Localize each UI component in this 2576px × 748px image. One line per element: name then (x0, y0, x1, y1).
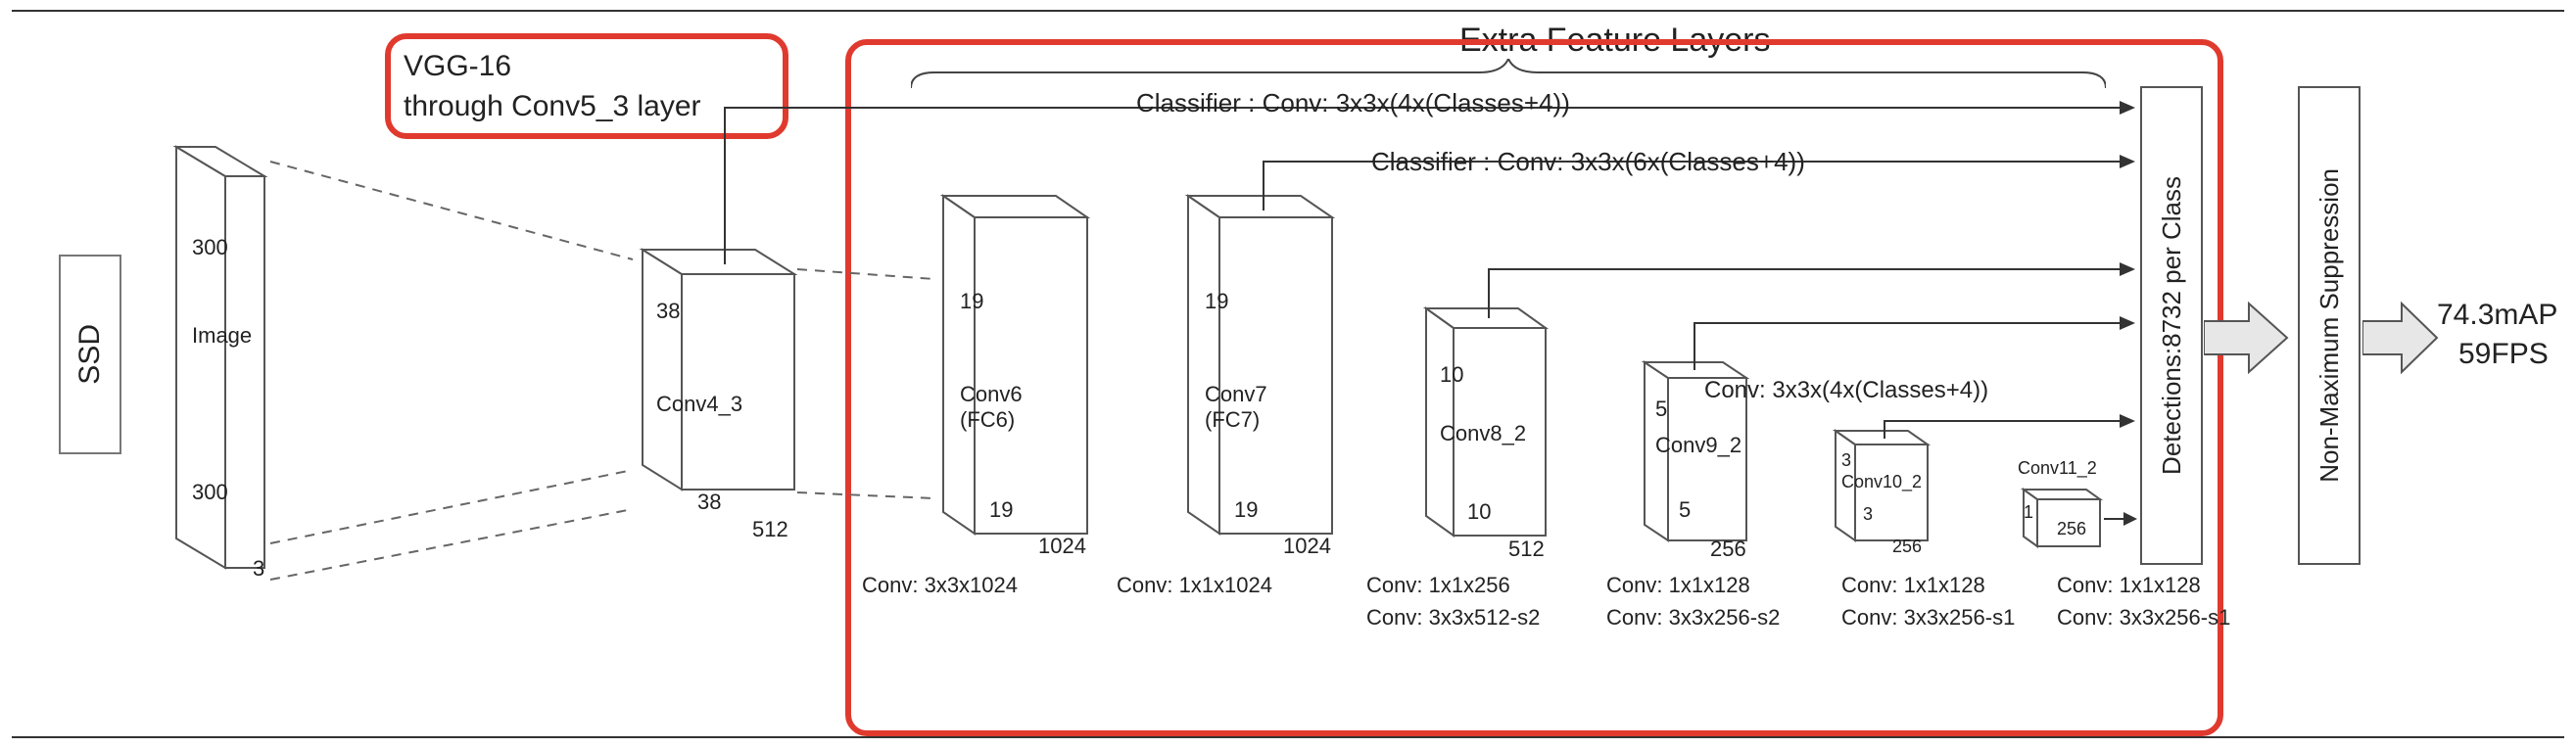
detections-box: Detections:8732 per Class (2140, 86, 2203, 565)
classifier-2: Classifier : Conv: 3x3x(6x(Classes+4)) (1371, 147, 1805, 177)
nms-box: Non-Maximum Suppression (2298, 86, 2361, 565)
conv9-2-h: 5 (1655, 397, 1667, 422)
pyramid-1 (270, 147, 662, 597)
classifier-1: Classifier : Conv: 3x3x(4x(Classes+4)) (1136, 88, 1570, 118)
brace-extra-layers (911, 59, 2106, 92)
backbone-note: VGG-16 through Conv5_3 layer (404, 47, 701, 126)
conv4-3-name: Conv4_3 (656, 392, 742, 417)
pyramid-2 (797, 269, 934, 524)
input-label: Image (192, 323, 252, 349)
ssd-label: SSD (59, 255, 121, 454)
conv6-block (926, 196, 1102, 563)
input-w: 300 (192, 480, 228, 505)
conv7-below: Conv: 1x1x1024 (1117, 573, 1272, 598)
conv11-below1: Conv: 1x1x128 (2057, 573, 2201, 598)
big-arrow-1 (2204, 294, 2292, 382)
conv11-2-h: 1 (2024, 502, 2033, 523)
conv7-name: Conv7 (FC7) (1205, 382, 1267, 433)
conv9-below2: Conv: 3x3x256-s2 (1606, 605, 1780, 631)
conv9-below1: Conv: 1x1x128 (1606, 573, 1750, 598)
conv10-below1: Conv: 1x1x128 (1841, 573, 1985, 598)
arrow-from-conv8 (1489, 269, 2137, 328)
conv6-name: Conv6 (FC6) (960, 382, 1023, 433)
conv8-2-name: Conv8_2 (1440, 421, 1526, 446)
metric-fps: 59FPS (2458, 338, 2549, 371)
classifier-3: Conv: 3x3x(4x(Classes+4)) (1704, 377, 1988, 404)
conv6-below: Conv: 3x3x1024 (862, 573, 1018, 598)
conv7-h: 19 (1205, 289, 1228, 314)
conv11-2-name: Conv11_2 (2018, 458, 2097, 479)
conv10-2-name: Conv10_2 (1841, 472, 1922, 492)
ssd-architecture-diagram: Extra Feature Layers SSD VGG-16 through … (0, 0, 2576, 748)
conv4-3-h: 38 (656, 299, 680, 324)
conv8-2-c: 512 (1508, 537, 1545, 562)
conv11-below2: Conv: 3x3x256-s1 (2057, 605, 2230, 631)
conv6-h: 19 (960, 289, 983, 314)
conv10-2-w: 3 (1863, 504, 1873, 525)
conv10-2-c: 256 (1892, 537, 1922, 557)
arrow-from-conv9 (1694, 323, 2137, 377)
conv4-3-w: 38 (697, 490, 721, 515)
conv8-2-w: 10 (1467, 499, 1491, 525)
input-h: 300 (192, 235, 228, 260)
arrow-from-conv10 (1884, 421, 2137, 450)
metric-map: 74.3mAP (2437, 299, 2557, 332)
conv8-below1: Conv: 1x1x256 (1366, 573, 1510, 598)
conv8-2-h: 10 (1440, 362, 1463, 388)
conv6-c: 1024 (1038, 534, 1086, 559)
conv11-2-c: 256 (2057, 519, 2086, 539)
conv9-2-name: Conv9_2 (1655, 433, 1741, 458)
input-c: 3 (253, 556, 264, 582)
conv9-2-w: 5 (1679, 497, 1691, 523)
conv7-w: 19 (1234, 497, 1258, 523)
bottom-rule (12, 736, 2564, 738)
conv10-below2: Conv: 3x3x256-s1 (1841, 605, 2015, 631)
conv4-3-c: 512 (752, 517, 788, 542)
conv7-c: 1024 (1283, 534, 1331, 559)
big-arrow-2 (2362, 294, 2441, 382)
conv8-below2: Conv: 3x3x512-s2 (1366, 605, 1540, 631)
conv9-2-c: 256 (1710, 537, 1746, 562)
conv10-2-h: 3 (1841, 450, 1851, 471)
arrow-from-conv11 (2104, 511, 2139, 531)
top-rule (12, 10, 2564, 12)
conv7-block (1170, 196, 1347, 563)
conv6-w: 19 (989, 497, 1013, 523)
